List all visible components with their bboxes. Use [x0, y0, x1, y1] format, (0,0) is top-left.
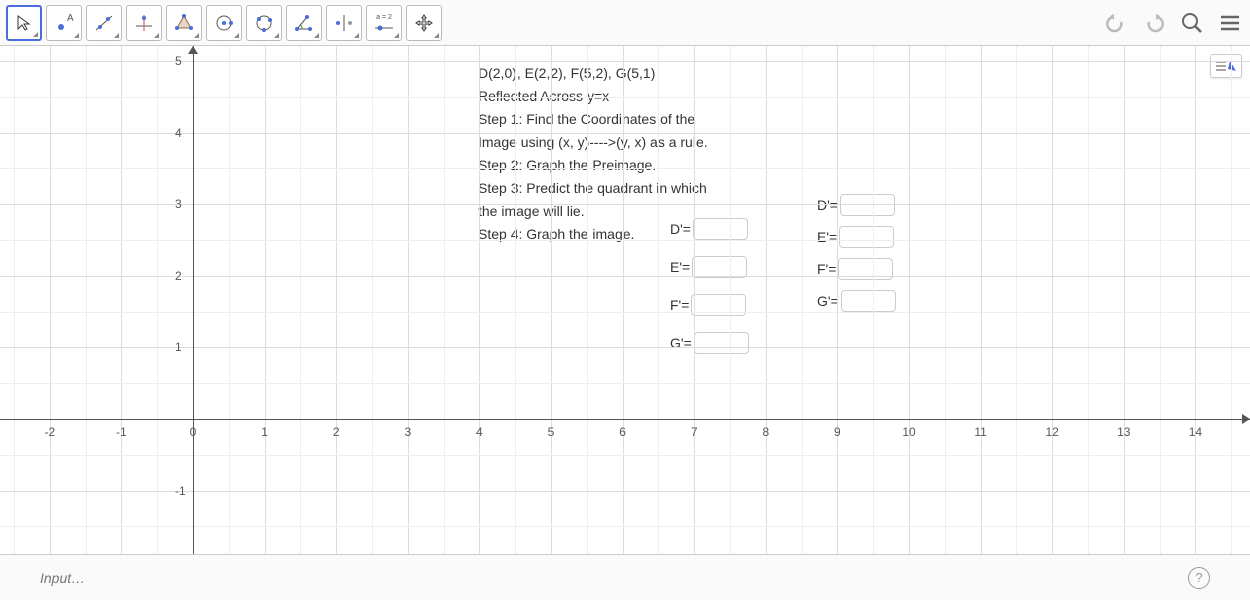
slider-tool[interactable]: a = 2: [366, 5, 402, 41]
label-f-prime-2: F'=: [817, 261, 836, 277]
polygon-tool[interactable]: [166, 5, 202, 41]
redo-button[interactable]: [1140, 9, 1168, 37]
menu-button[interactable]: [1216, 9, 1244, 37]
field-g-prime-2: G'=: [817, 290, 896, 312]
undo-button[interactable]: [1102, 9, 1130, 37]
y-tick-label: -1: [175, 484, 186, 498]
x-tick-label: 11: [974, 425, 986, 439]
input-e-prime-2[interactable]: [839, 226, 894, 248]
y-tick-label: 3: [175, 197, 182, 211]
label-d-prime-1: D'=: [670, 221, 691, 237]
x-tick-label: 1: [261, 425, 268, 439]
line-tool[interactable]: [86, 5, 122, 41]
field-d-prime-1: D'=: [670, 218, 748, 240]
input-d-prime-1[interactable]: [693, 218, 748, 240]
panel-toggle[interactable]: [1210, 54, 1242, 78]
pan-tool[interactable]: [406, 5, 442, 41]
point-tool[interactable]: A: [46, 5, 82, 41]
label-g-prime-1: G'=: [670, 335, 692, 351]
angle-tool[interactable]: [286, 5, 322, 41]
x-tick-label: 12: [1046, 425, 1059, 439]
input-bar: ?: [0, 554, 1250, 600]
y-tick-label: 5: [175, 54, 182, 68]
field-f-prime-1: F'=: [670, 294, 746, 316]
x-tick-label: 10: [902, 425, 915, 439]
label-g-prime-2: G'=: [817, 293, 839, 309]
label-e-prime-1: E'=: [670, 259, 690, 275]
x-tick-label: 13: [1117, 425, 1130, 439]
input-g-prime-2[interactable]: [841, 290, 896, 312]
x-tick-label: 0: [190, 425, 197, 439]
svg-text:a = 2: a = 2: [376, 14, 392, 21]
toolbar: A a = 2: [0, 0, 1250, 46]
field-e-prime-2: E'=: [817, 226, 894, 248]
field-e-prime-1: E'=: [670, 256, 747, 278]
input-g-prime-1[interactable]: [694, 332, 749, 354]
x-tick-label: 3: [404, 425, 411, 439]
move-tool[interactable]: [6, 5, 42, 41]
field-g-prime-1: G'=: [670, 332, 749, 354]
svg-text:A: A: [67, 13, 74, 24]
x-tick-label: 5: [548, 425, 555, 439]
x-tick-label: -2: [44, 425, 55, 439]
input-f-prime-1[interactable]: [691, 294, 746, 316]
circle-center-tool[interactable]: [206, 5, 242, 41]
perpendicular-tool[interactable]: [126, 5, 162, 41]
x-tick-label: 4: [476, 425, 483, 439]
x-tick-label: 2: [333, 425, 340, 439]
x-tick-label: 7: [691, 425, 698, 439]
label-f-prime-1: F'=: [670, 297, 689, 313]
circle-3pt-tool[interactable]: [246, 5, 282, 41]
input-e-prime-1[interactable]: [692, 256, 747, 278]
graph-canvas[interactable]: D(2,0), E(2,2), F(5,2), G(5,1) Reflected…: [0, 46, 1250, 554]
x-tick-label: 8: [762, 425, 769, 439]
label-e-prime-2: E'=: [817, 229, 837, 245]
y-tick-label: 2: [175, 269, 182, 283]
x-tick-label: 9: [834, 425, 841, 439]
x-tick-label: -1: [116, 425, 127, 439]
search-button[interactable]: [1178, 9, 1206, 37]
help-icon[interactable]: ?: [1188, 567, 1210, 589]
y-tick-label: 4: [175, 126, 182, 140]
reflect-tool[interactable]: [326, 5, 362, 41]
x-tick-label: 14: [1189, 425, 1202, 439]
x-tick-label: 6: [619, 425, 626, 439]
command-input[interactable]: [40, 564, 1188, 592]
y-tick-label: 1: [175, 340, 182, 354]
